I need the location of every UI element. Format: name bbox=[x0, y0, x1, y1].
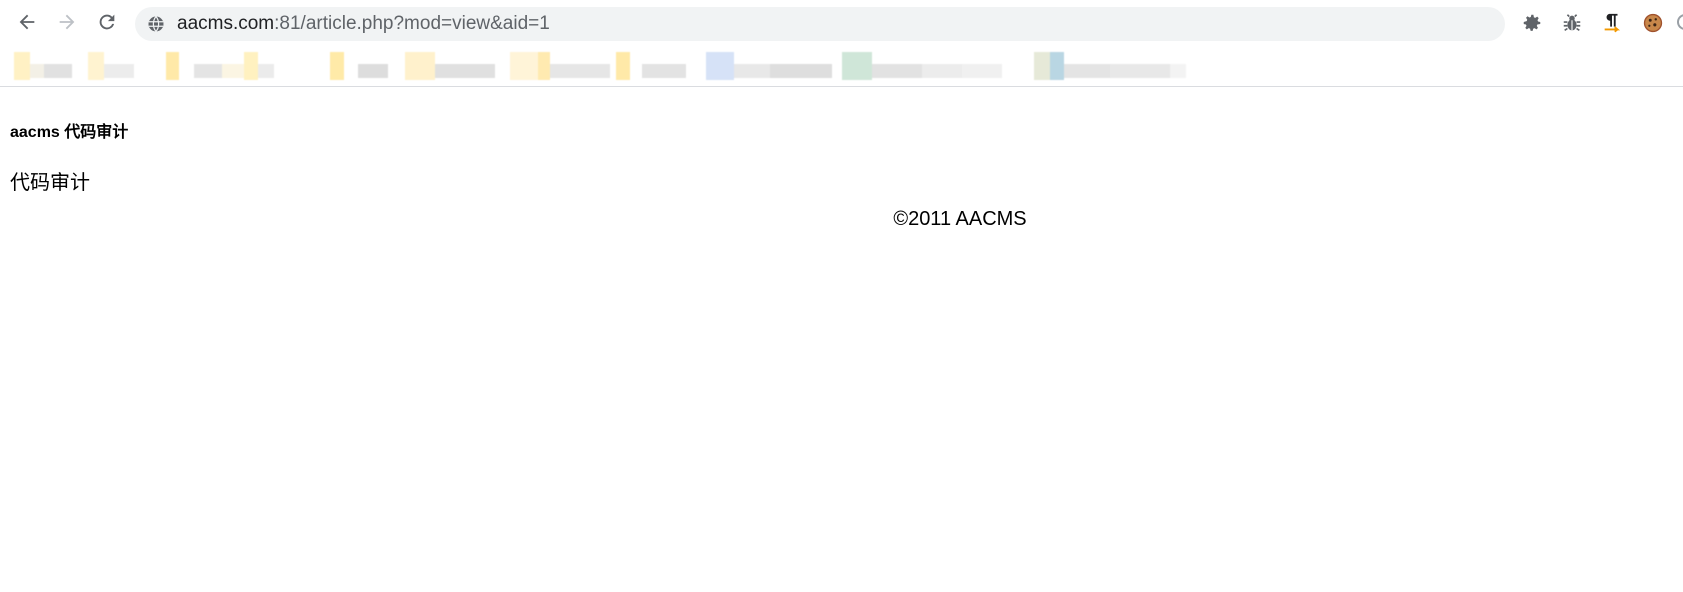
gear-icon bbox=[1523, 14, 1541, 31]
url-host: aacms.com bbox=[177, 13, 275, 34]
forward-button[interactable] bbox=[52, 7, 82, 37]
bookmark-item[interactable] bbox=[616, 50, 686, 80]
url-text[interactable]: aacms.com:81/article.php?mod=view&aid=1 bbox=[177, 14, 550, 34]
reload-button[interactable] bbox=[92, 7, 122, 37]
bookmarks-bar bbox=[0, 44, 1683, 87]
page-content: aacms 代码审计 代码审计 ©2011 AACMS bbox=[0, 88, 1683, 592]
arrow-left-icon bbox=[19, 14, 35, 30]
globe-icon[interactable] bbox=[147, 15, 165, 33]
gear-extension-button[interactable] bbox=[1520, 11, 1544, 35]
bookmark-item[interactable] bbox=[510, 50, 610, 80]
bookmark-item[interactable] bbox=[405, 50, 495, 80]
back-button[interactable] bbox=[12, 7, 42, 37]
cookie-icon bbox=[1643, 13, 1663, 33]
bug-icon bbox=[1563, 14, 1581, 32]
bookmark-item[interactable] bbox=[1034, 50, 1186, 80]
url-path: :81/article.php?mod=view&aid=1 bbox=[274, 13, 550, 34]
bookmark-item[interactable] bbox=[330, 50, 388, 80]
paragraph-extension-button[interactable] bbox=[1600, 11, 1624, 35]
bookmark-item[interactable] bbox=[166, 50, 274, 80]
cookie-extension-button[interactable] bbox=[1641, 11, 1665, 35]
arrow-right-icon bbox=[59, 14, 75, 30]
bookmark-item[interactable] bbox=[842, 50, 1002, 80]
article-body: 代码审计 bbox=[10, 172, 90, 194]
bookmark-item[interactable] bbox=[706, 50, 832, 80]
paragraph-icon bbox=[1604, 13, 1621, 33]
browser-toolbar: aacms.com:81/article.php?mod=view&aid=1 bbox=[0, 0, 1683, 44]
site-title: aacms 代码审计 bbox=[10, 124, 129, 141]
bookmark-item[interactable] bbox=[14, 50, 134, 80]
overflow-edge bbox=[1677, 14, 1683, 30]
bug-extension-button[interactable] bbox=[1560, 11, 1584, 35]
reload-icon bbox=[99, 14, 115, 30]
copyright-footer: ©2011 AACMS bbox=[893, 208, 1027, 230]
address-bar[interactable]: aacms.com:81/article.php?mod=view&aid=1 bbox=[135, 7, 1505, 41]
